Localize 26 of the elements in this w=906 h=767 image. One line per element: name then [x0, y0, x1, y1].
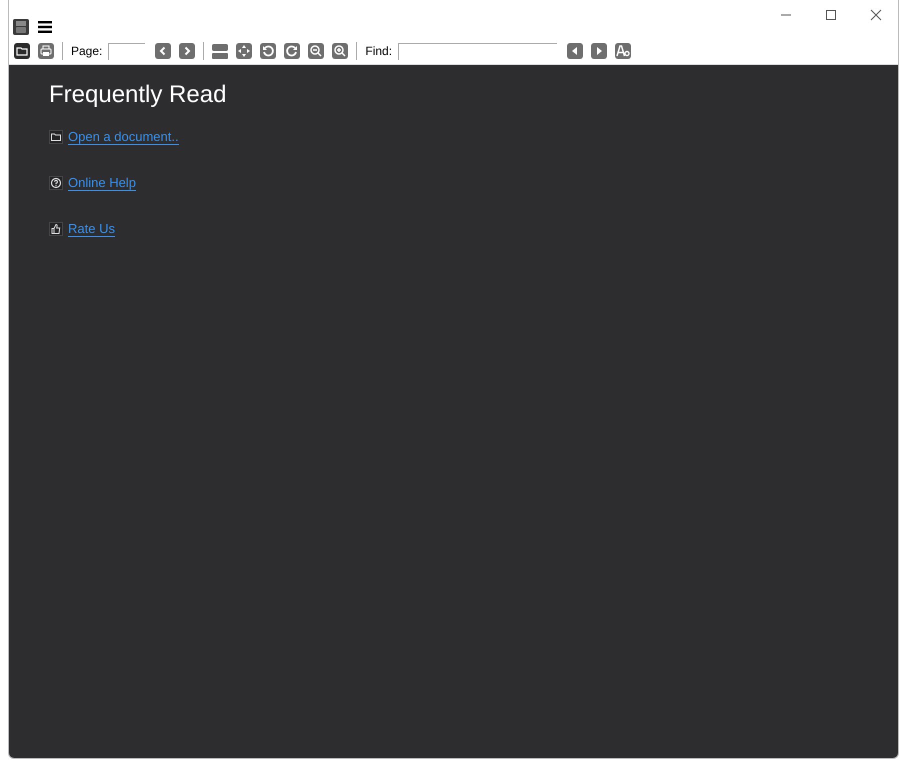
link[interactable]: Rate Us — [68, 221, 115, 237]
rotate-left-icon[interactable] — [260, 43, 276, 59]
find-next-icon[interactable] — [591, 43, 608, 59]
menu-icon[interactable] — [38, 21, 52, 33]
zoom-out-icon[interactable] — [308, 43, 324, 59]
match-case-icon[interactable] — [615, 43, 632, 59]
folder-icon[interactable] — [14, 43, 30, 59]
page-heading: Frequently Read — [49, 81, 228, 109]
close-icon[interactable] — [870, 9, 882, 21]
find-previous-icon[interactable] — [567, 43, 584, 59]
page-label: Page: — [71, 44, 102, 58]
next-icon[interactable] — [179, 43, 196, 59]
thumbs-up-icon[interactable] — [49, 222, 63, 236]
zoom-in-icon[interactable] — [332, 43, 348, 59]
maximize-icon[interactable] — [825, 9, 837, 21]
link[interactable]: Online Help — [68, 175, 136, 191]
app-icon[interactable] — [13, 19, 29, 35]
page-layout-icon[interactable] — [212, 43, 228, 59]
find-label: Find: — [365, 44, 392, 58]
help-icon[interactable] — [49, 176, 63, 190]
folder-icon[interactable] — [49, 130, 63, 144]
print-icon[interactable] — [38, 43, 54, 59]
link[interactable]: Open a document.. — [68, 129, 179, 145]
fit-icon[interactable] — [236, 43, 252, 59]
previous-icon[interactable] — [155, 43, 172, 59]
rotate-right-icon[interactable] — [284, 43, 300, 59]
